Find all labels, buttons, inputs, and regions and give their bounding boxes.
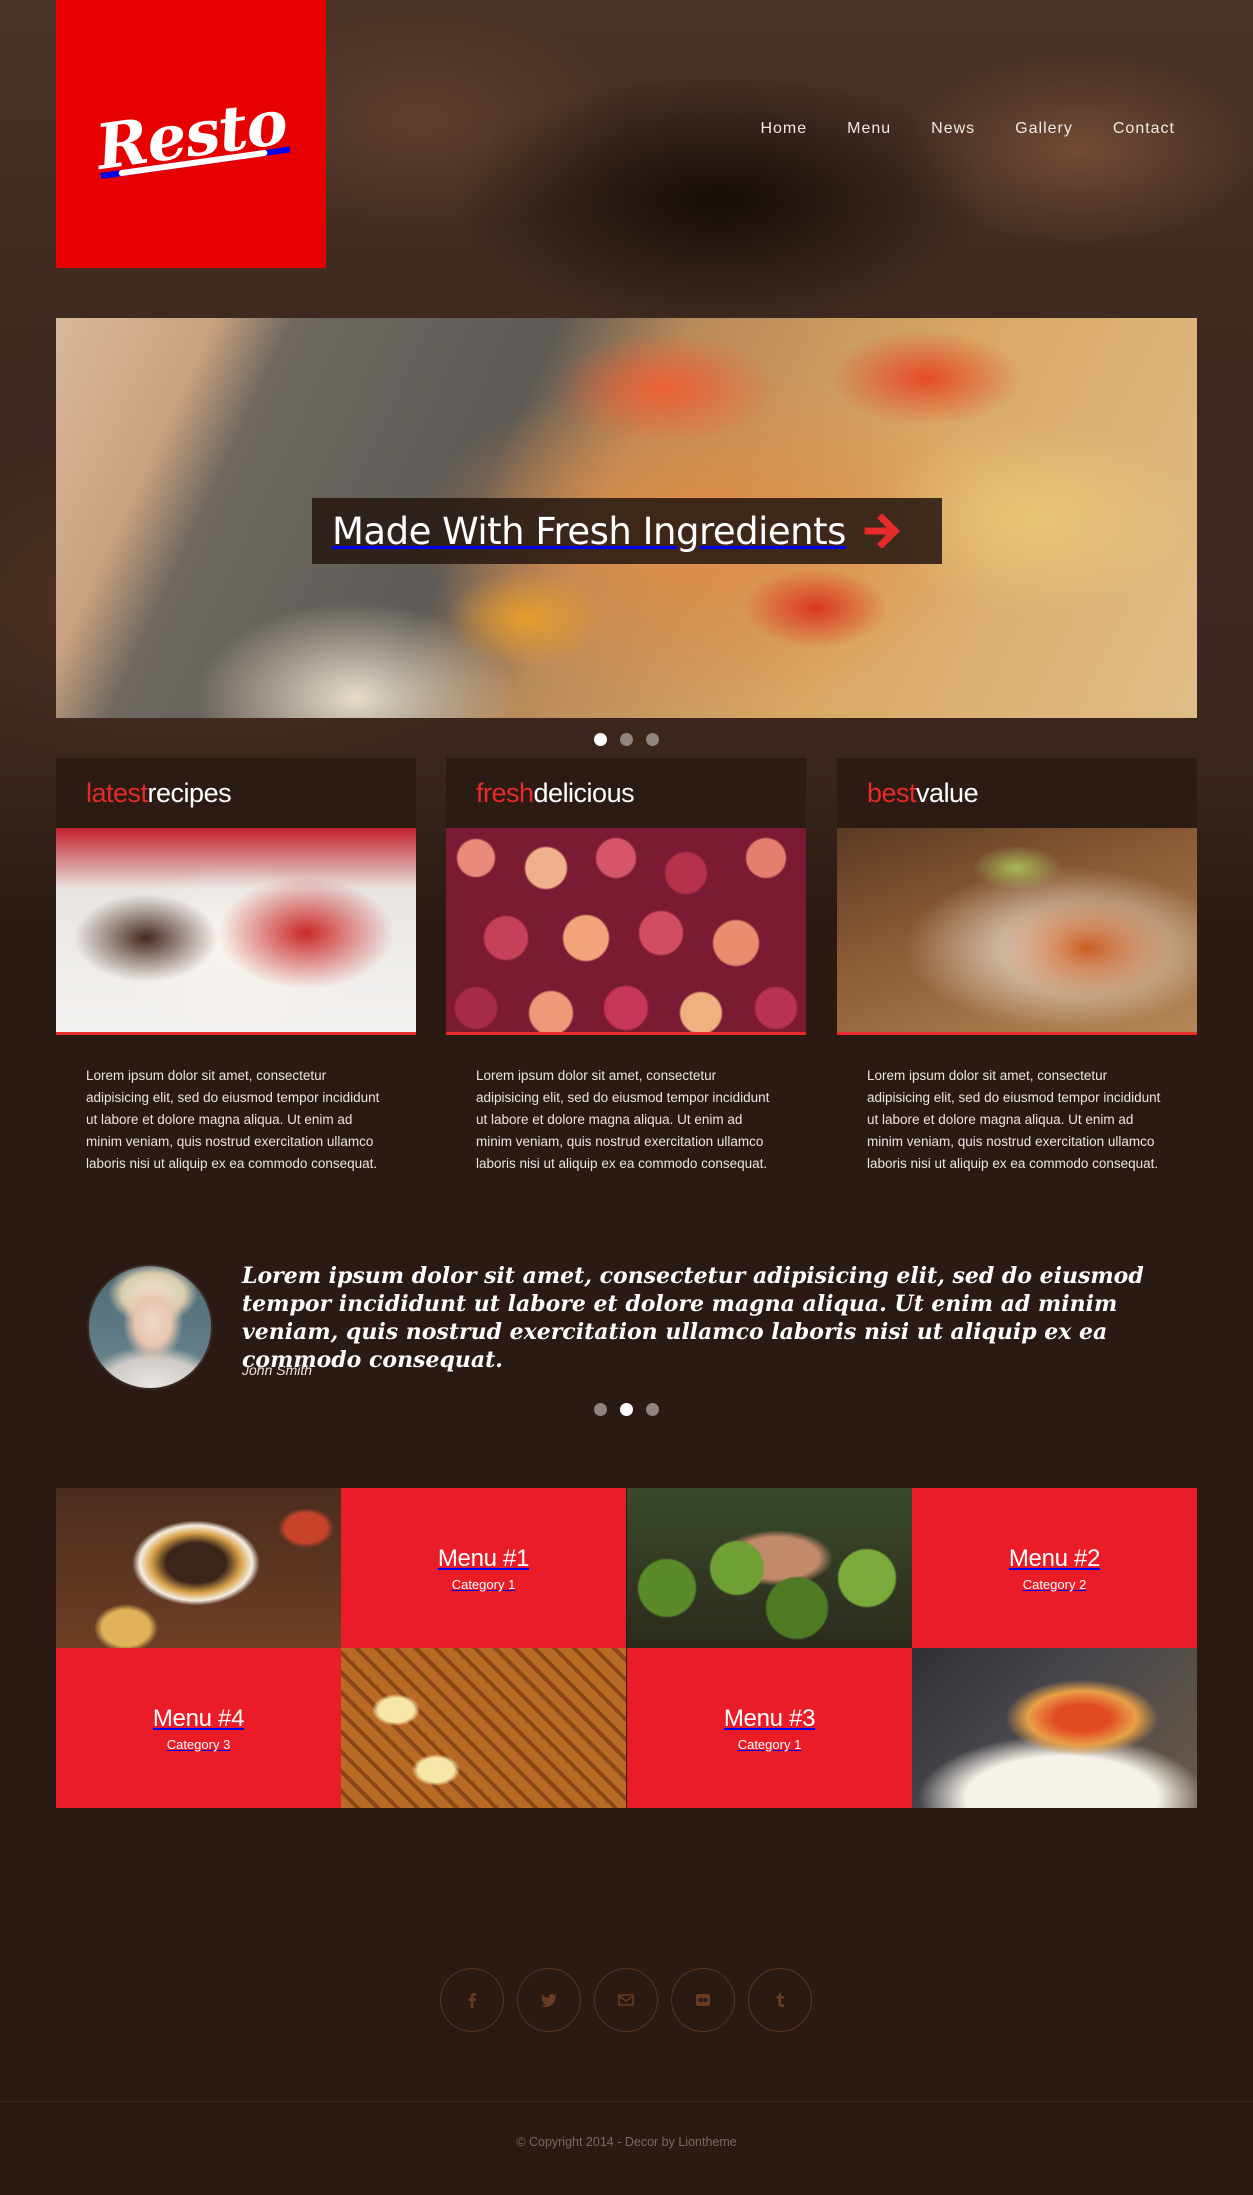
testimonial-dot-1[interactable]	[594, 1403, 607, 1416]
main-nav: Home Menu News Gallery Contact	[760, 120, 1175, 138]
menu-tile-2[interactable]: Menu #2 Category 2	[912, 1488, 1197, 1648]
menu-tile-name: Menu #4	[152, 1704, 245, 1732]
menu-tile-3[interactable]: Menu #3 Category 1	[627, 1648, 912, 1808]
testimonial-dots	[594, 1403, 659, 1416]
feature-text: Lorem ipsum dolor sit amet, consectetur …	[476, 1068, 770, 1171]
menu-tile-name: Menu #2	[1008, 1544, 1101, 1572]
menu-tile-category: Category 1	[737, 1736, 802, 1752]
feature-heading-accent: latest	[86, 777, 148, 808]
social-links	[440, 1968, 812, 2032]
arrow-right-icon	[864, 514, 900, 548]
testimonial-dot-2[interactable]	[620, 1403, 633, 1416]
flickr-icon	[696, 1994, 710, 2006]
copyright: © Copyright 2014 - Decor by Liontheme	[516, 2135, 737, 2149]
feature-text: Lorem ipsum dolor sit amet, consectetur …	[867, 1068, 1161, 1171]
feature-heading[interactable]: best value	[837, 758, 1197, 828]
slider-caption: Made With Fresh Ingredients	[332, 509, 846, 553]
menu-tile-name: Menu #3	[723, 1704, 816, 1732]
facebook-icon	[468, 1993, 477, 2008]
slider-dot-3[interactable]	[646, 733, 659, 746]
menu-tile-category: Category 3	[166, 1736, 231, 1752]
feature-heading[interactable]: latest recipes	[56, 758, 416, 828]
slider-dot-2[interactable]	[620, 733, 633, 746]
feature-heading-rest: value	[916, 777, 979, 808]
nav-home[interactable]: Home	[760, 120, 807, 138]
testimonial-author: John Smith	[242, 1362, 313, 1378]
email-button[interactable]	[594, 1968, 658, 2032]
menu-photo-waffle[interactable]	[341, 1648, 626, 1808]
feature-latest-recipes: latest recipes Lorem ipsum dolor sit amet…	[56, 758, 416, 1175]
facebook-button[interactable]	[440, 1968, 504, 2032]
feature-heading-rest: recipes	[147, 777, 232, 808]
hero-slider[interactable]: Made With Fresh Ingredients	[56, 318, 1197, 718]
nav-news[interactable]: News	[931, 120, 975, 138]
menu-tile-1[interactable]: Menu #1 Category 1	[341, 1488, 626, 1648]
testimonial-quote: Lorem ipsum dolor sit amet, consectetur …	[242, 1263, 1144, 1373]
feature-heading[interactable]: fresh delicious	[446, 758, 806, 828]
logo-text: Resto	[91, 84, 291, 184]
feature-heading-accent: fresh	[476, 777, 534, 808]
menu-grid: Menu #1 Category 1 Menu #2 Category 2 Me…	[56, 1488, 1197, 1808]
feature-heading-rest: delicious	[533, 777, 635, 808]
twitter-icon	[541, 1993, 557, 2007]
slider-dot-1[interactable]	[594, 733, 607, 746]
nav-contact[interactable]: Contact	[1113, 120, 1175, 138]
testimonial-dot-3[interactable]	[646, 1403, 659, 1416]
flickr-button[interactable]	[671, 1968, 735, 2032]
nav-menu[interactable]: Menu	[847, 120, 891, 138]
footer-divider	[0, 2101, 1253, 2102]
menu-photo-sprouts[interactable]	[627, 1488, 912, 1648]
feature-text: Lorem ipsum dolor sit amet, consectetur …	[86, 1068, 380, 1171]
logo[interactable]: Resto	[56, 0, 326, 268]
slider-dots	[594, 733, 659, 746]
menu-tile-category: Category 2	[1022, 1576, 1087, 1592]
menu-tile-4[interactable]: Menu #4 Category 3	[56, 1648, 341, 1808]
feature-fresh-delicious: fresh delicious Lorem ipsum dolor sit ame…	[446, 758, 806, 1175]
nav-gallery[interactable]: Gallery	[1015, 120, 1073, 138]
avatar	[87, 1264, 213, 1390]
twitter-button[interactable]	[517, 1968, 581, 2032]
menu-photo-chicken[interactable]	[912, 1648, 1197, 1808]
feature-image-plums[interactable]	[446, 828, 806, 1035]
menu-tile-category: Category 1	[451, 1576, 516, 1592]
feature-best-value: best value Lorem ipsum dolor sit amet, co…	[837, 758, 1197, 1175]
feature-image-desserts[interactable]	[56, 828, 416, 1035]
menu-tile-name: Menu #1	[437, 1544, 530, 1572]
slider-caption-link[interactable]: Made With Fresh Ingredients	[312, 498, 942, 564]
tumblr-icon	[776, 1993, 784, 2007]
envelope-icon	[618, 1994, 634, 2006]
feature-heading-accent: best	[867, 777, 917, 808]
menu-photo-bibimbap[interactable]	[56, 1488, 341, 1648]
tumblr-button[interactable]	[748, 1968, 812, 2032]
feature-image-fried-sticks[interactable]	[837, 828, 1197, 1035]
